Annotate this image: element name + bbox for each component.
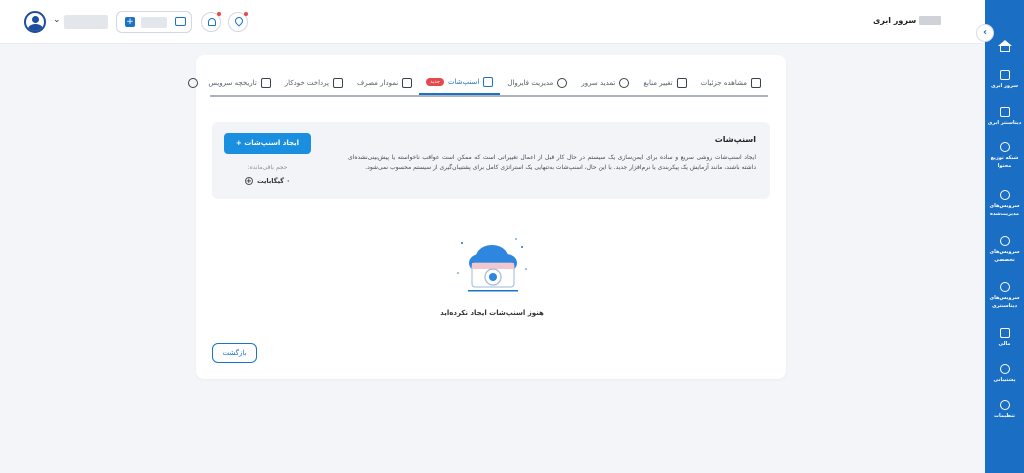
sidebar-item-cloud-server[interactable]: سرور ابری [985, 70, 1024, 90]
back-button[interactable]: بازگشت [212, 343, 257, 363]
tab-firewall[interactable]: مدیریت فایروال [500, 71, 574, 95]
wallet-amount-redacted [141, 17, 167, 28]
plus-icon: + [235, 139, 242, 147]
server-name-redacted [919, 16, 941, 25]
user-name-redacted[interactable] [64, 15, 108, 29]
snapshot-panel: مشاهده جزئیات تغییر منابع تمدید سرور مدی… [188, 55, 786, 379]
sidebar-item-datacenter-services[interactable]: سرویس‌های دیتاسنتری [985, 282, 1024, 310]
tab-usage-chart[interactable]: نمودار مصرف [350, 71, 419, 95]
server-icon [999, 70, 1010, 80]
tab-renew[interactable]: تمدید سرور [574, 71, 636, 95]
new-badge: جدید [426, 78, 444, 86]
sidebar-collapse-button[interactable]: ‹ [976, 24, 994, 42]
autopay-icon [332, 78, 343, 88]
sidebar-item-support[interactable]: پشتیبانی [985, 364, 1024, 384]
resources-icon [676, 78, 687, 88]
settings-icon [999, 400, 1010, 410]
server-tabs: مشاهده جزئیات تغییر منابع تمدید سرور مدی… [188, 71, 768, 97]
home-icon[interactable] [998, 40, 1012, 52]
snapshot-description: ایجاد اسنپ‌شات روشی سریع و ساده برای ایم… [348, 154, 756, 171]
sidebar-item-cdn[interactable]: شبکه توزیع محتوا [985, 142, 1024, 170]
remaining-size-label: حجم باقی‌مانده: [247, 164, 288, 171]
datacenter-icon [999, 282, 1010, 292]
top-bar: ⌄ + سرور ابری [0, 0, 985, 44]
refresh-icon [188, 78, 199, 88]
sidebar-item-managed-services[interactable]: سرویس‌های مدیریت‌شده [985, 190, 1024, 218]
snapshot-info-box: اسنپ‌شات ایجاد اسنپ‌شات روشی سریع و ساده… [212, 122, 770, 199]
special-icon [999, 236, 1010, 246]
tab-refresh[interactable] [185, 71, 201, 95]
empty-snapshot-illustration [457, 238, 527, 292]
support-icon [999, 364, 1010, 374]
location-dot [244, 12, 248, 16]
user-avatar-icon[interactable] [24, 11, 46, 33]
history-icon [260, 78, 271, 88]
create-snapshot-button[interactable]: ایجاد اسنپ‌شات + [224, 133, 311, 154]
add-storage-icon[interactable]: + [244, 177, 253, 185]
sidebar-item-settings[interactable]: تنظیمات [985, 400, 1024, 420]
add-credit-icon[interactable]: + [125, 17, 135, 27]
cdn-icon [999, 142, 1010, 152]
tab-details[interactable]: مشاهده جزئیات [694, 71, 768, 95]
snapshot-icon [483, 77, 494, 87]
page-title: سرور ابری [873, 16, 943, 25]
tab-service-history[interactable]: تاریخچه سرویس [201, 71, 277, 95]
tab-snapshot[interactable]: اسنپ‌شات جدید [419, 71, 501, 95]
sidebar-item-cloud-datacenter[interactable]: دیتاسنتر ابری [985, 107, 1024, 127]
sidebar: سرور ابری دیتاسنتر ابری شبکه توزیع محتوا… [985, 0, 1024, 473]
empty-state-text: هنوز اسنپ‌شات ایجاد نکرده‌اید [440, 309, 544, 317]
renew-icon [619, 78, 630, 88]
sidebar-item-finance[interactable]: مالی [985, 328, 1024, 348]
database-icon [999, 107, 1010, 117]
details-icon [751, 78, 761, 88]
sidebar-item-special-services[interactable]: سرویس‌های تخصصی [985, 236, 1024, 264]
chevron-down-icon[interactable]: ⌄ [53, 15, 61, 25]
tab-resources[interactable]: تغییر منابع [636, 71, 693, 95]
remaining-size-value: ۰ گیگابایت + [244, 177, 291, 185]
notification-button[interactable] [201, 12, 221, 32]
location-button[interactable] [228, 12, 248, 32]
finance-icon [999, 328, 1010, 338]
tab-autopay[interactable]: پرداخت خودکار [278, 71, 350, 95]
wallet-icon [175, 17, 186, 26]
firewall-icon [557, 78, 568, 88]
snapshot-title: اسنپ‌شات [714, 135, 756, 144]
chart-icon [402, 78, 413, 88]
wallet-widget[interactable]: + [116, 11, 192, 33]
location-pin-icon [233, 15, 245, 27]
page-title-text: سرور ابری [872, 16, 917, 25]
notification-dot [217, 12, 221, 16]
managed-icon [999, 190, 1010, 200]
bell-icon [208, 18, 216, 26]
